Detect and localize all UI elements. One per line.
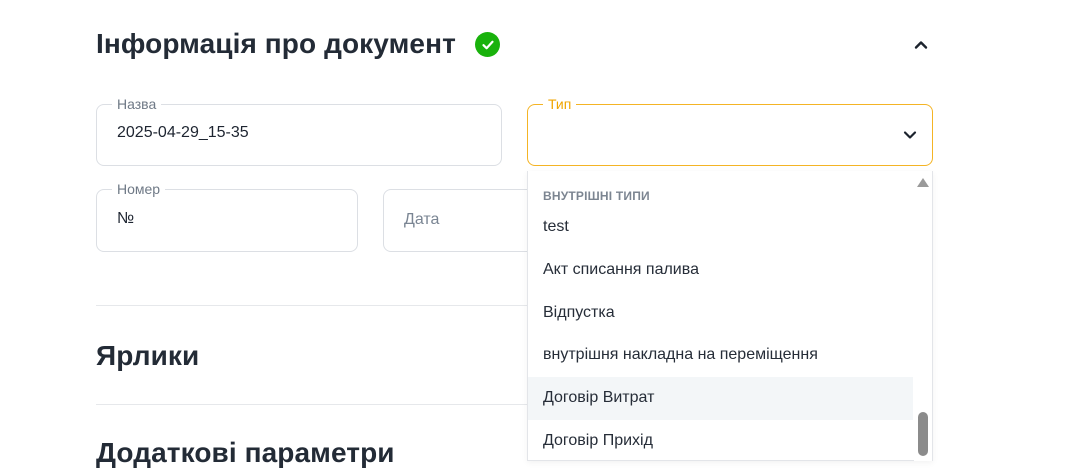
divider [96,305,528,306]
dropdown-option[interactable]: Відпустка [528,292,913,335]
date-field-placeholder: Дата [404,211,440,228]
check-circle-icon [475,32,500,57]
section-title: Інформація про документ [96,28,456,59]
number-field-value[interactable]: № [117,210,134,228]
scroll-up-arrow-icon[interactable] [917,178,929,187]
name-field-label: Назва [112,96,162,112]
extra-params-section-title[interactable]: Додаткові параметри [96,437,395,469]
chevron-down-icon[interactable] [902,127,918,143]
type-dropdown-list[interactable]: ВНУТРІШНІ ТИПИ test Акт списання палива … [527,171,933,461]
dropdown-option[interactable]: test [528,206,913,249]
divider [96,404,528,405]
name-field-value[interactable]: 2025-04-29_15-35 [117,124,249,142]
dropdown-group-header: ВНУТРІШНІ ТИПИ [543,189,650,203]
dropdown-option-hovered[interactable]: Договір Витрат [528,377,913,420]
dropdown-option[interactable]: Акт списання палива [528,249,913,292]
chevron-up-icon[interactable] [913,37,929,53]
type-select[interactable]: Тип [527,96,933,166]
labels-section-title[interactable]: Ярлики [96,340,199,372]
dropdown-option[interactable]: внутрішня накладна на переміщення [528,334,913,377]
scrollbar-thumb[interactable] [918,412,928,456]
name-field[interactable]: Назва 2025-04-29_15-35 [96,96,502,166]
dropdown-scrollbar[interactable] [914,171,932,461]
type-select-label: Тип [543,96,577,112]
number-field[interactable]: Номер № [96,181,358,252]
number-field-label: Номер [112,181,166,197]
dropdown-option[interactable]: Договір Прихід [528,420,913,463]
